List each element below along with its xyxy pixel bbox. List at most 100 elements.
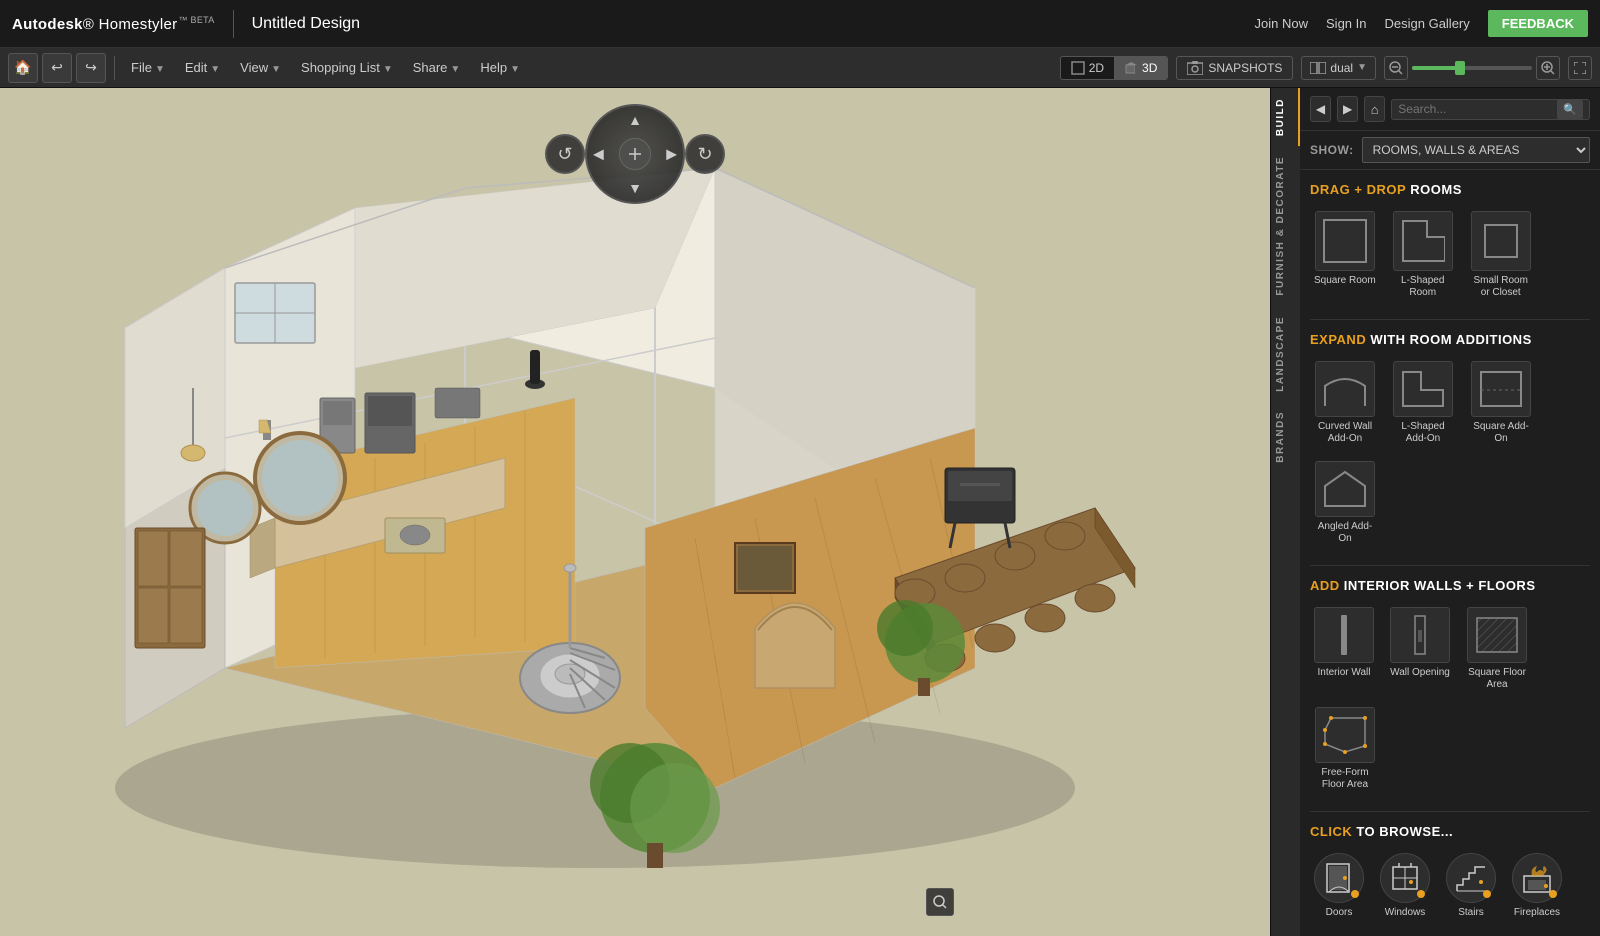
feedback-button[interactable]: FEEDBACK — [1488, 10, 1588, 37]
side-tabs: BUILD FURNISH & DECORATE LANDSCAPE BRAND… — [1270, 88, 1300, 936]
undo-button[interactable]: ↩ — [42, 53, 72, 83]
furnish-decorate-tab[interactable]: FURNISH & DECORATE — [1271, 146, 1300, 306]
windows-label: Windows — [1385, 907, 1426, 919]
panel-search-input[interactable] — [1398, 102, 1553, 116]
angled-add-on-label: Angled Add-On — [1314, 521, 1376, 545]
snapshots-button[interactable]: SNAPSHOTS — [1176, 56, 1293, 80]
share-menu[interactable]: Share▼ — [405, 56, 469, 79]
help-menu[interactable]: Help▼ — [472, 56, 528, 79]
fireplaces-icon — [1512, 853, 1562, 903]
landscape-tab[interactable]: LANDSCAPE — [1271, 306, 1300, 402]
canvas-area[interactable]: ↺ ▲ ◀ ▶ ▼ ↻ — [0, 88, 1270, 936]
panel-search-box: 🔍 — [1391, 99, 1590, 120]
sq-floor-area-label: Square Floor Area — [1466, 667, 1528, 691]
file-menu[interactable]: File▼ — [123, 56, 173, 79]
nav-left-arrow[interactable]: ◀ — [593, 146, 604, 163]
small-room-item[interactable]: Small Room or Closet — [1466, 207, 1536, 303]
sign-in-link[interactable]: Sign In — [1326, 16, 1366, 31]
angled-shape — [1323, 470, 1367, 508]
top-bar-right: Join Now Sign In Design Gallery FEEDBACK — [1255, 10, 1588, 37]
fireplaces-dot — [1549, 890, 1557, 898]
browse-grid: Doors Window — [1310, 849, 1590, 923]
curved-wall-item[interactable]: Curved Wall Add-On — [1310, 357, 1380, 449]
nav-ring[interactable]: ▲ ◀ ▶ ▼ — [585, 104, 685, 204]
nav-up-arrow[interactable]: ▲ — [628, 112, 642, 128]
divider-3 — [1310, 811, 1590, 812]
sq-add-on-label: Square Add-On — [1470, 421, 1532, 445]
dual-button[interactable]: dual ▼ — [1301, 56, 1376, 80]
edit-menu[interactable]: Edit▼ — [177, 56, 228, 79]
design-title: Untitled Design — [252, 15, 361, 33]
panel-back-button[interactable]: ◀ — [1310, 96, 1331, 122]
interior-walls-grid: Interior Wall Wall Opening — [1310, 603, 1590, 795]
logo-text: Autodesk® Homestyler™ BETA — [12, 15, 215, 33]
doors-browse-item[interactable]: Doors — [1310, 849, 1368, 923]
rotate-right-button[interactable]: ↻ — [685, 134, 725, 174]
build-tab[interactable]: BUILD — [1271, 88, 1300, 146]
stairs-label: Stairs — [1458, 907, 1484, 919]
sq-add-on-item[interactable]: Square Add-On — [1466, 357, 1536, 449]
l-add-shape — [1401, 370, 1445, 408]
zoom-in-button[interactable] — [1536, 56, 1560, 80]
nav-controls: ↺ ▲ ◀ ▶ ▼ ↻ — [545, 104, 725, 204]
interior-wall-label: Interior Wall — [1318, 667, 1371, 679]
zoom-fill — [1412, 66, 1460, 70]
panel-forward-button[interactable]: ▶ — [1337, 96, 1358, 122]
stairs-dot — [1483, 890, 1491, 898]
design-gallery-link[interactable]: Design Gallery — [1385, 16, 1470, 31]
sq-floor-area-item[interactable]: Square Floor Area — [1462, 603, 1532, 695]
l-add-on-item[interactable]: L-Shaped Add-On — [1388, 357, 1458, 449]
nav-down-arrow[interactable]: ▼ — [628, 180, 642, 196]
home-button[interactable]: 🏠 — [8, 53, 38, 83]
zoom-out-button[interactable] — [1384, 56, 1408, 80]
shopping-list-menu[interactable]: Shopping List▼ — [293, 56, 401, 79]
panel-header: ◀ ▶ ⌂ 🔍 — [1300, 88, 1600, 131]
panel-home-button[interactable]: ⌂ — [1364, 96, 1385, 122]
panel-search-submit[interactable]: 🔍 — [1557, 100, 1583, 119]
interior-walls-title: ADD INTERIOR WALLS + FLOORS — [1310, 578, 1590, 593]
l-shaped-room-label: L-Shaped Room — [1392, 275, 1454, 299]
freeform-floor-label: Free-Form Floor Area — [1314, 767, 1376, 791]
nav-right-arrow[interactable]: ▶ — [666, 146, 677, 163]
interior-wall-item[interactable]: Interior Wall — [1310, 603, 1378, 695]
stairs-browse-item[interactable]: Stairs — [1442, 849, 1500, 923]
freeform-floor-shape — [1323, 716, 1367, 754]
angled-add-on-item[interactable]: Angled Add-On — [1310, 457, 1380, 549]
view-menu[interactable]: View▼ — [232, 56, 289, 79]
toolbar: 🏠 ↩ ↪ File▼ Edit▼ View▼ Shopping List▼ S… — [0, 48, 1600, 88]
rotate-left-button[interactable]: ↺ — [545, 134, 585, 174]
wall-opening-item[interactable]: Wall Opening — [1386, 603, 1454, 695]
scene-svg — [0, 88, 1270, 936]
nav-center[interactable] — [619, 138, 651, 170]
panel-search-icon[interactable] — [926, 888, 954, 916]
show-select[interactable]: ROOMS, WALLS & AREAS — [1362, 137, 1590, 163]
redo-button[interactable]: ↪ — [76, 53, 106, 83]
square-room-item[interactable]: Square Room — [1310, 207, 1380, 303]
windows-icon — [1380, 853, 1430, 903]
show-row: SHOW: ROOMS, WALLS & AREAS — [1300, 131, 1600, 170]
divider-2 — [1310, 565, 1590, 566]
fireplaces-browse-item[interactable]: Fireplaces — [1508, 849, 1566, 923]
right-panel: ◀ ▶ ⌂ 🔍 SHOW: ROOMS, WALLS & AREAS DRAG … — [1300, 88, 1600, 936]
l-shaped-room-item[interactable]: L-Shaped Room — [1388, 207, 1458, 303]
view-3d-button[interactable]: 3D — [1114, 57, 1167, 79]
doors-icon — [1314, 853, 1364, 903]
fullscreen-button[interactable] — [1568, 56, 1592, 80]
wall-opening-shape — [1414, 615, 1426, 655]
small-room-label: Small Room or Closet — [1470, 275, 1532, 299]
zoom-slider[interactable] — [1412, 66, 1532, 70]
build-panel: DRAG + DROP ROOMS Square Room — [1300, 170, 1600, 936]
windows-browse-item[interactable]: Windows — [1376, 849, 1434, 923]
brands-tab[interactable]: BRANDS — [1271, 401, 1300, 473]
sq-floor-shape — [1475, 616, 1519, 654]
stairs-icon — [1446, 853, 1496, 903]
join-now-link[interactable]: Join Now — [1255, 16, 1308, 31]
curved-wall-label: Curved Wall Add-On — [1314, 421, 1376, 445]
small-room-shape — [1484, 224, 1518, 258]
doors-dot — [1351, 890, 1359, 898]
square-room-shape — [1323, 219, 1367, 263]
drag-rooms-grid: Square Room L-Shaped Room Sm — [1310, 207, 1590, 303]
freeform-floor-item[interactable]: Free-Form Floor Area — [1310, 703, 1380, 795]
view-2d-button[interactable]: 2D — [1061, 57, 1114, 79]
logo-divider — [233, 10, 234, 38]
